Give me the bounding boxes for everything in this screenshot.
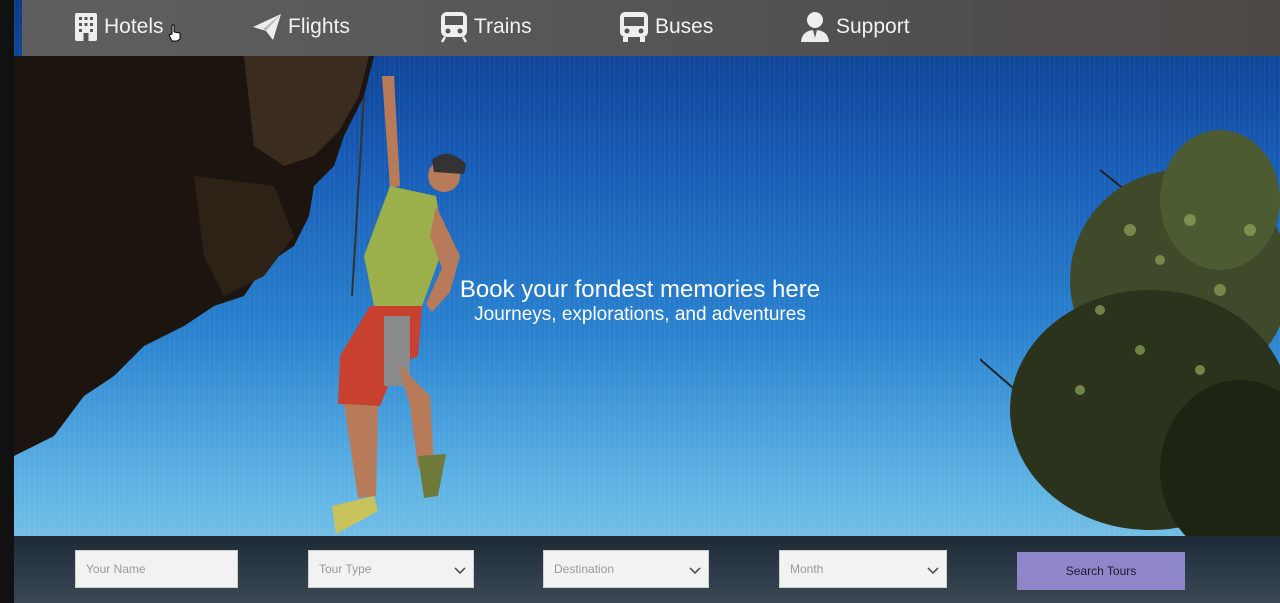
nav-label-flights: Flights bbox=[288, 15, 350, 38]
top-navbar: Hotels Flights Trains Buses Support bbox=[22, 0, 1280, 56]
month-select[interactable]: Month bbox=[779, 550, 947, 588]
hero-subline: Journeys, explorations, and adventures bbox=[474, 304, 806, 325]
nav-item-trains[interactable]: Trains bbox=[440, 7, 532, 47]
nav-label-buses: Buses bbox=[655, 15, 714, 38]
nav-item-flights[interactable]: Flights bbox=[252, 7, 350, 47]
destination-placeholder: Destination bbox=[554, 562, 615, 576]
nav-item-buses[interactable]: Buses bbox=[619, 7, 713, 47]
hand-cursor-icon bbox=[168, 24, 182, 47]
your-name-placeholder: Your Name bbox=[86, 562, 146, 576]
tour-type-placeholder: Tour Type bbox=[319, 562, 372, 576]
hero-banner: Book your fondest memories here Journeys… bbox=[14, 0, 1280, 603]
nav-label-support: Support bbox=[836, 15, 910, 38]
destination-select[interactable]: Destination bbox=[543, 550, 709, 588]
hero-headline: Book your fondest memories here bbox=[459, 276, 821, 303]
paper-plane-icon bbox=[252, 13, 282, 41]
your-name-input[interactable]: Your Name bbox=[75, 550, 238, 588]
bus-icon bbox=[619, 11, 649, 43]
search-tours-button[interactable]: Search Tours bbox=[1017, 552, 1185, 590]
chevron-down-icon bbox=[454, 567, 466, 575]
nav-label-hotels: Hotels bbox=[104, 15, 164, 38]
building-icon bbox=[74, 12, 98, 42]
train-icon bbox=[440, 11, 468, 43]
tour-type-select[interactable]: Tour Type bbox=[308, 550, 474, 588]
nav-label-trains: Trains bbox=[474, 15, 532, 38]
support-agent-icon bbox=[800, 11, 830, 43]
browser-viewport: Book your fondest memories here Journeys… bbox=[14, 0, 1280, 603]
chevron-down-icon bbox=[927, 567, 939, 575]
nav-item-support[interactable]: Support bbox=[800, 7, 910, 47]
nav-item-hotels[interactable]: Hotels bbox=[74, 7, 164, 47]
chevron-down-icon bbox=[689, 567, 701, 575]
month-placeholder: Month bbox=[790, 562, 824, 576]
